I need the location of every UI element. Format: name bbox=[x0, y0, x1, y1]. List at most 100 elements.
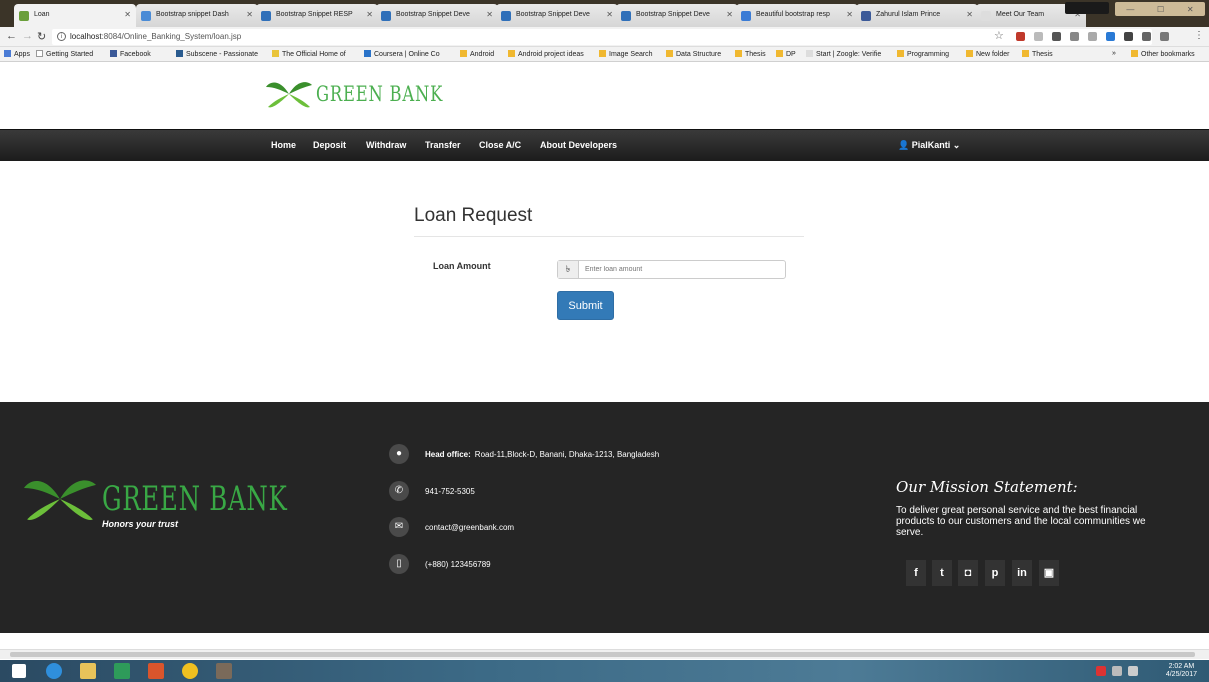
facebook-icon[interactable]: f bbox=[906, 560, 926, 586]
bookmark-folder[interactable]: Android bbox=[460, 50, 494, 58]
close-tab-icon[interactable]: ✕ bbox=[966, 10, 973, 19]
app-icon[interactable] bbox=[216, 663, 232, 679]
extension-icon[interactable] bbox=[1142, 32, 1151, 41]
folder-icon bbox=[897, 50, 904, 57]
loan-amount-input[interactable] bbox=[579, 261, 785, 278]
clock-time: 2:02 AM bbox=[1168, 663, 1195, 670]
tab-beautiful-bootstrap[interactable]: Beautiful bootstrap resp ✕ bbox=[736, 4, 858, 27]
chrome-icon[interactable] bbox=[182, 663, 198, 679]
bookmark-folder[interactable]: New folder bbox=[966, 50, 1009, 58]
cloud-icon[interactable] bbox=[1052, 32, 1061, 41]
tab-bootstrap-deve-1[interactable]: Bootstrap Snippet Deve ✕ bbox=[376, 4, 498, 27]
bookmark-item[interactable]: Getting Started bbox=[36, 50, 93, 58]
tab-bootstrap-deve-2[interactable]: Bootstrap Snippet Deve ✕ bbox=[496, 4, 618, 27]
user-menu[interactable]: 👤 PialKanti ⌄ bbox=[898, 140, 960, 151]
extension-icon[interactable] bbox=[1016, 32, 1025, 41]
tab-label: Meet Our Team bbox=[996, 11, 1045, 18]
nav-home[interactable]: Home bbox=[271, 140, 296, 150]
bookmark-star-icon[interactable]: ☆ bbox=[994, 29, 1004, 42]
extension-icon[interactable] bbox=[1034, 32, 1043, 41]
close-tab-icon[interactable]: ✕ bbox=[366, 10, 373, 19]
twitter-icon[interactable]: t bbox=[932, 560, 952, 586]
extension-icon[interactable] bbox=[1160, 32, 1169, 41]
url-host: localhost bbox=[70, 32, 102, 41]
windows-start-icon[interactable] bbox=[12, 664, 26, 678]
close-tab-icon[interactable]: ✕ bbox=[846, 10, 853, 19]
bookmark-item[interactable]: Subscene - Passionate bbox=[176, 50, 258, 58]
bookmark-folder[interactable]: Thesis bbox=[735, 50, 766, 58]
bookmark-folder[interactable]: Data Structure bbox=[666, 50, 721, 58]
map-marker-icon: ● bbox=[389, 444, 409, 464]
bookmark-label: Image Search bbox=[609, 51, 653, 58]
tab-bootstrap-dash[interactable]: Bootstrap snippet Dash ✕ bbox=[136, 4, 258, 27]
bookmark-folder[interactable]: Image Search bbox=[599, 50, 653, 58]
forward-icon[interactable]: → bbox=[22, 30, 33, 42]
tab-label: Bootstrap Snippet Deve bbox=[516, 11, 590, 18]
extension-icon[interactable] bbox=[1106, 32, 1115, 41]
coursera-icon bbox=[364, 50, 371, 57]
bookmark-item[interactable]: The Official Home of bbox=[272, 50, 346, 58]
tab-zahurul[interactable]: Zahurul Islam Prince ✕ bbox=[856, 4, 978, 27]
profile-badge[interactable] bbox=[1065, 2, 1109, 14]
contact-mobile: ▯ (+880) 123456789 bbox=[389, 554, 491, 574]
close-tab-icon[interactable]: ✕ bbox=[606, 10, 613, 19]
nav-withdraw[interactable]: Withdraw bbox=[366, 140, 406, 150]
internet-explorer-icon[interactable] bbox=[46, 663, 62, 679]
nav-transfer[interactable]: Transfer bbox=[425, 140, 461, 150]
bookmark-folder[interactable]: Programming bbox=[897, 50, 949, 58]
scrollbar-thumb[interactable] bbox=[10, 652, 1195, 657]
bookmark-apps[interactable]: Apps bbox=[4, 50, 30, 58]
app-icon[interactable] bbox=[148, 663, 164, 679]
close-window-icon[interactable]: ✕ bbox=[1187, 5, 1194, 14]
email-link[interactable]: contact@greenbank.com bbox=[425, 523, 514, 532]
extension-icon[interactable] bbox=[1070, 32, 1079, 41]
store-icon[interactable] bbox=[114, 663, 130, 679]
address-text: Head office: Road-11,Block-D, Banani, Dha… bbox=[425, 450, 659, 459]
close-tab-icon[interactable]: ✕ bbox=[726, 10, 733, 19]
maximize-icon[interactable]: ☐ bbox=[1157, 5, 1164, 14]
extension-icon[interactable] bbox=[1088, 32, 1097, 41]
file-explorer-icon[interactable] bbox=[80, 663, 96, 679]
tab-bootstrap-deve-3[interactable]: Bootstrap Snippet Deve ✕ bbox=[616, 4, 738, 27]
bookmark-folder[interactable]: DP bbox=[776, 50, 796, 58]
close-tab-icon[interactable]: ✕ bbox=[124, 10, 131, 19]
site-logo[interactable]: GREEN BANK bbox=[266, 74, 479, 114]
tab-bootstrap-resp[interactable]: Bootstrap Snippet RESP ✕ bbox=[256, 4, 378, 27]
tab-loan[interactable]: Loan ✕ bbox=[14, 4, 136, 27]
bookmark-folder[interactable]: Android project ideas bbox=[508, 50, 584, 58]
extension-icon[interactable] bbox=[1124, 32, 1133, 41]
nav-about-developers[interactable]: About Developers bbox=[540, 140, 617, 150]
address-bar[interactable]: i localhost:8084/Online_Banking_System/l… bbox=[52, 29, 1152, 45]
system-clock[interactable]: 2:02 AM 4/25/2017 bbox=[1166, 663, 1197, 679]
info-icon[interactable]: i bbox=[57, 32, 66, 41]
reload-icon[interactable]: ↻ bbox=[37, 30, 46, 43]
bookmark-label: The Official Home of bbox=[282, 51, 346, 58]
bookmark-item[interactable]: Coursera | Online Co bbox=[364, 50, 440, 58]
nav-close-account[interactable]: Close A/C bbox=[479, 140, 521, 150]
bookmark-folder-other[interactable]: Other bookmarks bbox=[1131, 50, 1195, 58]
close-tab-icon[interactable]: ✕ bbox=[486, 10, 493, 19]
volume-icon[interactable] bbox=[1128, 666, 1138, 676]
bookmark-folder[interactable]: Thesis bbox=[1022, 50, 1053, 58]
menu-icon[interactable]: ⋮ bbox=[1194, 30, 1204, 41]
tray-icon[interactable] bbox=[1096, 666, 1106, 676]
back-icon[interactable]: ← bbox=[6, 30, 17, 42]
minimize-icon[interactable]: — bbox=[1126, 5, 1134, 14]
youtube-icon[interactable]: ▣ bbox=[1039, 560, 1059, 586]
linkedin-icon[interactable]: in bbox=[1012, 560, 1032, 586]
bootstrap-favicon-icon bbox=[501, 11, 511, 21]
network-icon[interactable] bbox=[1112, 666, 1122, 676]
folder-icon bbox=[776, 50, 783, 57]
bookmark-item[interactable]: Facebook bbox=[110, 50, 151, 58]
close-tab-icon[interactable]: ✕ bbox=[246, 10, 253, 19]
bookmark-item[interactable]: Start | Zoogle: Verifie bbox=[806, 50, 881, 58]
folder-icon bbox=[1131, 50, 1138, 57]
leaf-logo-icon bbox=[24, 480, 96, 520]
nav-deposit[interactable]: Deposit bbox=[313, 140, 346, 150]
submit-button[interactable]: Submit bbox=[557, 291, 614, 320]
pinterest-icon[interactable]: p bbox=[985, 560, 1005, 586]
instagram-icon[interactable]: ◘ bbox=[958, 560, 978, 586]
horizontal-scrollbar[interactable] bbox=[0, 649, 1209, 659]
bookmark-label: Android bbox=[470, 51, 495, 58]
bookmarks-overflow[interactable]: » bbox=[1112, 50, 1116, 57]
